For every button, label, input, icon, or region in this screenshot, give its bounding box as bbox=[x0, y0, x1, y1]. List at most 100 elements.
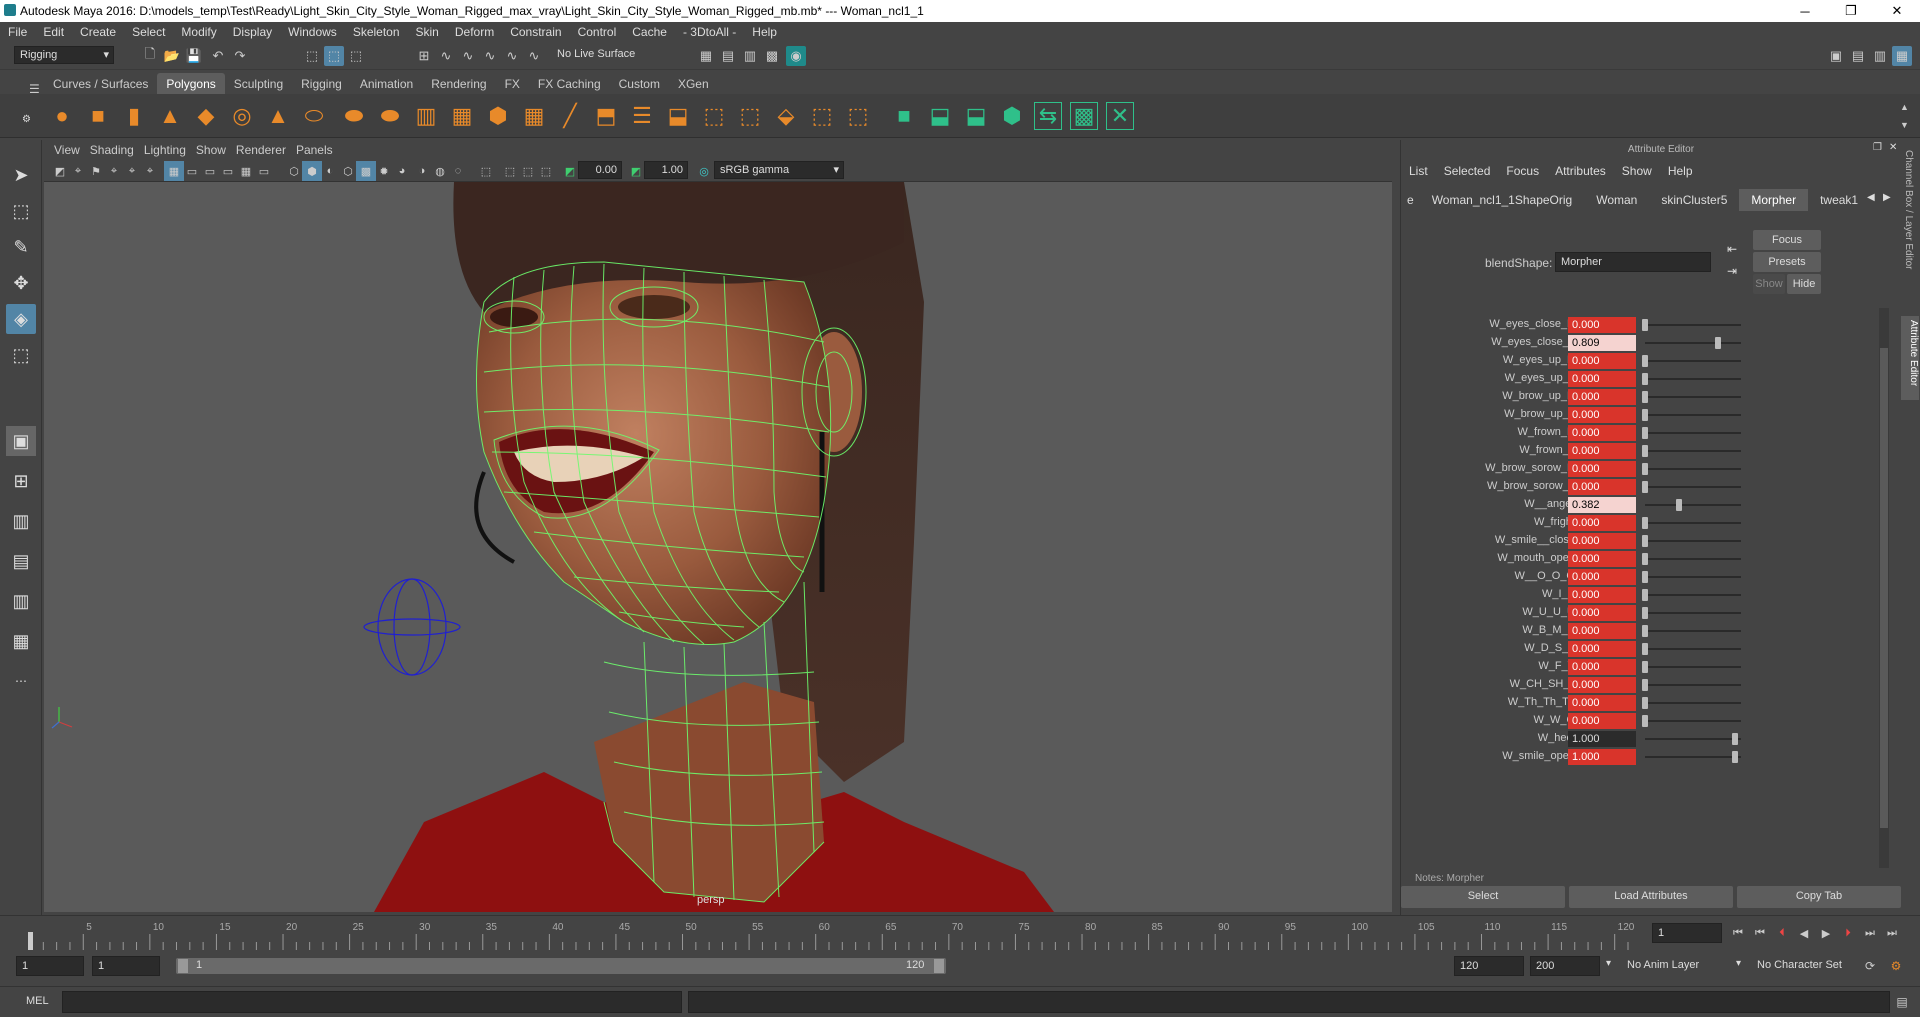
smooth-shade-icon[interactable]: ⬢ bbox=[302, 161, 322, 181]
safe-action-icon[interactable]: ▭ bbox=[254, 161, 274, 181]
range-bar[interactable]: 1 120 bbox=[176, 958, 946, 974]
weight-slider-thumb[interactable] bbox=[1642, 463, 1648, 475]
weight-slider-thumb[interactable] bbox=[1642, 355, 1648, 367]
live-surface-field[interactable]: No Live Surface bbox=[552, 46, 642, 64]
open-scene-icon[interactable]: 📂 bbox=[162, 46, 182, 66]
weight-slider-track[interactable] bbox=[1645, 450, 1741, 452]
weight-slider-thumb[interactable] bbox=[1642, 481, 1648, 493]
go-to-start-icon[interactable]: ⏮ bbox=[1728, 923, 1748, 943]
shelf-tab-fx-caching[interactable]: FX Caching bbox=[529, 73, 610, 94]
circularize-icon[interactable]: ⬚ bbox=[844, 102, 872, 130]
perspective-viewport[interactable]: persp bbox=[44, 182, 1392, 912]
bevel-icon[interactable]: ⬓ bbox=[664, 102, 692, 130]
weight-slider-thumb[interactable] bbox=[1642, 571, 1648, 583]
tab-scroll-left-icon[interactable]: ◀ bbox=[1867, 192, 1875, 203]
time-ticks[interactable]: 5 10 15 20 25 30 35 40 45 50 55 60 65 70 75 80 85 90 95 100… bbox=[20, 916, 1640, 950]
weight-slider-track[interactable] bbox=[1645, 738, 1741, 740]
viewport-menu-view[interactable]: View bbox=[54, 143, 90, 157]
weight-slider-thumb[interactable] bbox=[1642, 589, 1648, 601]
weight-slider-thumb[interactable] bbox=[1642, 391, 1648, 403]
wireframe-on-shaded-icon[interactable]: ⬡ bbox=[338, 161, 358, 181]
weight-slider-thumb[interactable] bbox=[1676, 499, 1683, 511]
attribute-editor-toggle-icon[interactable]: ▥ bbox=[1870, 46, 1890, 66]
redo-icon[interactable]: ↷ bbox=[230, 46, 250, 66]
shelf-options-icon[interactable]: ⚙ bbox=[22, 114, 31, 125]
snap-grid-icon[interactable]: ⊞ bbox=[414, 46, 434, 66]
render-region-icon[interactable]: ▦ bbox=[696, 46, 716, 66]
channel-box-side-tab[interactable]: Channel Box / Layer Editor bbox=[1903, 150, 1914, 270]
combine-icon[interactable]: ⬬ bbox=[340, 102, 368, 130]
weight-value-field[interactable]: 0.000 bbox=[1568, 353, 1636, 369]
step-back-key-icon[interactable]: ⏮ bbox=[1750, 923, 1770, 943]
spherical-mapping-icon[interactable]: ⬓ bbox=[962, 102, 990, 130]
weight-slider-track[interactable] bbox=[1645, 702, 1741, 704]
weight-value-field[interactable]: 0.000 bbox=[1568, 695, 1636, 711]
weight-slider-thumb[interactable] bbox=[1642, 427, 1648, 439]
more-layouts-icon[interactable]: ⋯ bbox=[6, 666, 36, 696]
menu-skin[interactable]: Skin bbox=[408, 25, 447, 39]
weight-slider-thumb[interactable] bbox=[1732, 751, 1738, 763]
ae-menu-show[interactable]: Show bbox=[1622, 164, 1668, 178]
hypershade-layout-icon[interactable]: ▥ bbox=[6, 586, 36, 616]
step-forward-frame-icon[interactable]: ⏵ bbox=[1838, 923, 1858, 943]
weight-value-field[interactable]: 1.000 bbox=[1568, 731, 1636, 747]
render-frame-icon[interactable]: ▤ bbox=[718, 46, 738, 66]
weight-slider-track[interactable] bbox=[1645, 612, 1741, 614]
film-gate-icon[interactable]: ▭ bbox=[182, 161, 202, 181]
select-object-icon[interactable]: ⬚ bbox=[324, 46, 344, 66]
attribute-editor-side-tab[interactable]: Attribute Editor bbox=[1901, 316, 1919, 400]
animation-end-field[interactable]: 200 bbox=[1530, 956, 1600, 976]
weight-slider-track[interactable] bbox=[1645, 756, 1741, 758]
step-forward-key-icon[interactable]: ⏭ bbox=[1860, 923, 1880, 943]
new-scene-icon[interactable]: 🗋 bbox=[140, 46, 160, 66]
weight-slider-track[interactable] bbox=[1645, 324, 1741, 326]
menu-create[interactable]: Create bbox=[72, 25, 124, 39]
smooth-icon[interactable]: ⬢ bbox=[484, 102, 512, 130]
gamma-field[interactable]: 1.00 bbox=[644, 161, 688, 179]
shelf-scroll-down-icon[interactable]: ▼ bbox=[1900, 120, 1909, 130]
weight-value-field[interactable]: 0.000 bbox=[1568, 641, 1636, 657]
render-settings-icon[interactable]: ▩ bbox=[762, 46, 782, 66]
weight-value-field[interactable]: 0.000 bbox=[1568, 407, 1636, 423]
ae-menu-focus[interactable]: Focus bbox=[1506, 164, 1555, 178]
ae-menu-list[interactable]: List bbox=[1409, 164, 1444, 178]
node-tab-woman[interactable]: Woman bbox=[1584, 189, 1649, 211]
attribute-scrollbar[interactable] bbox=[1879, 308, 1889, 868]
script-editor-icon[interactable]: ▤ bbox=[1892, 992, 1912, 1012]
gate-mask-icon[interactable]: ▭ bbox=[218, 161, 238, 181]
weight-value-field[interactable]: 0.000 bbox=[1568, 587, 1636, 603]
node-tab-woman-ncl1-1shapeorig[interactable]: Woman_ncl1_1ShapeOrig bbox=[1420, 189, 1585, 211]
select-camera-icon[interactable]: ◩ bbox=[50, 161, 70, 181]
gamma-icon[interactable]: ◩ bbox=[626, 161, 646, 181]
weight-slider-track[interactable] bbox=[1645, 684, 1741, 686]
automatic-mapping-icon[interactable]: ⬢ bbox=[998, 102, 1026, 130]
weight-slider-track[interactable] bbox=[1645, 522, 1741, 524]
shelf-tab-fx[interactable]: FX bbox=[496, 73, 529, 94]
default-material-icon[interactable]: ◐ bbox=[320, 161, 340, 181]
menu-deform[interactable]: Deform bbox=[447, 25, 502, 39]
menu-control[interactable]: Control bbox=[570, 25, 625, 39]
cylindrical-mapping-icon[interactable]: ⬓ bbox=[926, 102, 954, 130]
channel-box-toggle-icon[interactable]: ▤ bbox=[1848, 46, 1868, 66]
weight-slider-track[interactable] bbox=[1645, 342, 1741, 344]
isolate-select-icon[interactable]: ⬚ bbox=[476, 161, 496, 181]
play-backwards-icon[interactable]: ◀ bbox=[1794, 923, 1814, 943]
weight-slider-track[interactable] bbox=[1645, 666, 1741, 668]
tab-scroll-right-icon[interactable]: ▶ bbox=[1883, 192, 1891, 203]
custom-layout-icon[interactable]: ▦ bbox=[6, 626, 36, 656]
ipr-render-icon[interactable]: ▥ bbox=[740, 46, 760, 66]
merge-icon[interactable]: ⬙ bbox=[772, 102, 800, 130]
menu-constrain[interactable]: Constrain bbox=[502, 25, 569, 39]
node-tab-tweak1[interactable]: tweak1 bbox=[1808, 189, 1870, 211]
current-frame-field[interactable]: 1 bbox=[1652, 923, 1722, 943]
menu-windows[interactable]: Windows bbox=[280, 25, 345, 39]
weight-slider-thumb[interactable] bbox=[1642, 517, 1648, 529]
weight-slider-thumb[interactable] bbox=[1642, 319, 1648, 331]
grid-icon[interactable]: ▦ bbox=[164, 161, 184, 181]
animation-preferences-icon[interactable]: ⚙ bbox=[1886, 956, 1906, 976]
weight-value-field[interactable]: 0.382 bbox=[1568, 497, 1636, 513]
shelf-tab-rendering[interactable]: Rendering bbox=[422, 73, 495, 94]
shelf-tab-sculpting[interactable]: Sculpting bbox=[225, 73, 292, 94]
weight-slider-thumb[interactable] bbox=[1642, 373, 1648, 385]
weight-slider-thumb[interactable] bbox=[1642, 661, 1648, 673]
